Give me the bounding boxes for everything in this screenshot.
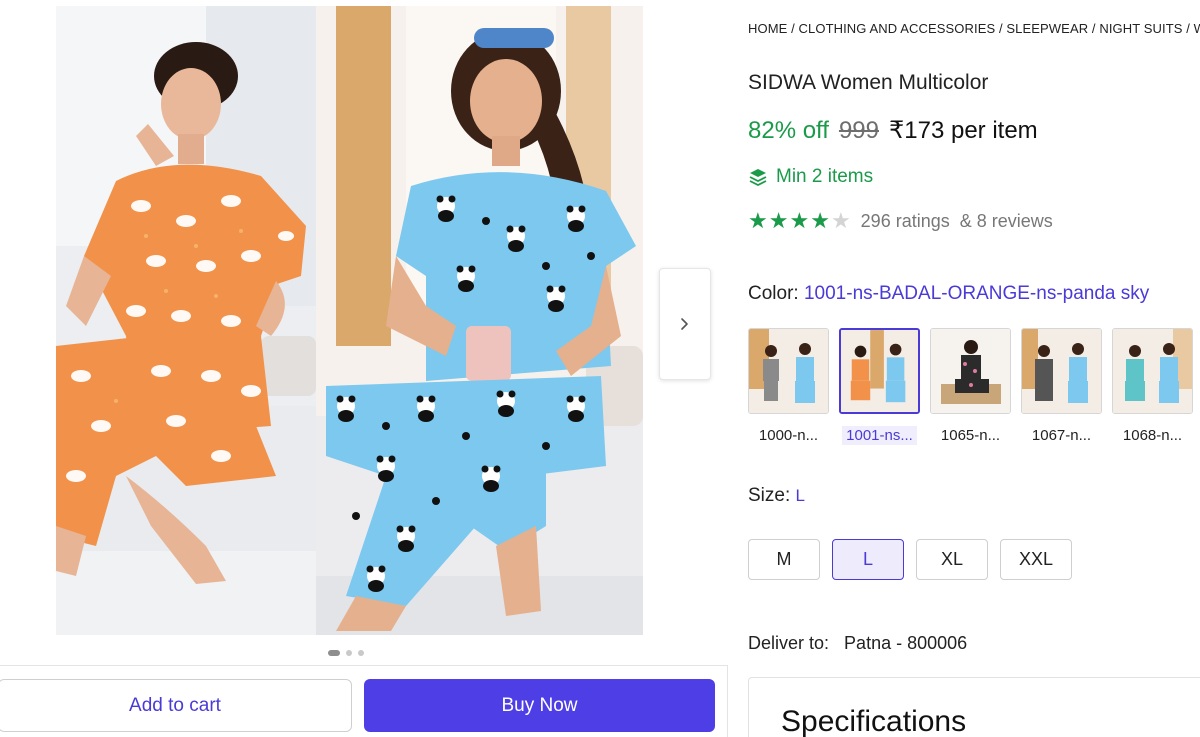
size-option-xl[interactable]: XL <box>916 539 988 580</box>
star-icon: ★ <box>810 208 830 233</box>
swatch-label: 1001-ns... <box>842 426 917 445</box>
rating-stars: ★ ★ ★ ★ ★ <box>748 210 851 232</box>
chevron-right-icon <box>681 318 688 330</box>
reviews-count[interactable]: & 8 reviews <box>960 211 1053 232</box>
selected-size-value: L <box>795 486 805 505</box>
star-empty-icon: ★ <box>830 208 851 233</box>
breadcrumb[interactable]: HOME / CLOTHING AND ACCESSORIES / SLEEPW… <box>748 21 1200 36</box>
product-image-orange[interactable] <box>56 6 316 635</box>
gallery-next-button[interactable] <box>659 268 711 380</box>
specifications-title: Specifications <box>781 705 967 737</box>
gallery-dot-2[interactable] <box>346 650 352 656</box>
product-title: SIDWA Women Multicolor <box>748 71 989 94</box>
color-selection-label: Color: 1001-ns-BADAL-ORANGE-ns-panda sky <box>748 283 1149 305</box>
swatch-thumbnail <box>748 328 829 414</box>
add-to-cart-button[interactable]: Add to cart <box>0 679 352 732</box>
cta-bar: Add to cart Buy Now <box>0 665 728 737</box>
star-icon: ★ <box>789 208 810 233</box>
color-swatch-1065[interactable]: 1065-n... <box>930 328 1011 445</box>
layers-icon <box>749 169 767 187</box>
color-swatch-1068[interactable]: 1068-n... <box>1112 328 1193 445</box>
delivery-location[interactable]: Deliver to: Patna - 800006 <box>748 633 967 654</box>
size-option-m[interactable]: M <box>748 539 820 580</box>
swatch-thumbnail <box>839 328 920 414</box>
original-price: 999 <box>838 117 879 144</box>
star-icon: ★ <box>748 208 768 233</box>
size-options: M L XL XXL <box>748 539 1072 580</box>
buy-now-button[interactable]: Buy Now <box>364 679 715 732</box>
price-row: 82% off 999 ₹173 per item <box>748 116 1038 145</box>
swatch-label: 1068-n... <box>1122 427 1183 444</box>
specifications-card: Specifications <box>748 677 1200 737</box>
color-swatches: 1000-n... 1001-ns... 1065-n... 1067-n...… <box>748 328 1193 445</box>
swatch-thumbnail <box>930 328 1011 414</box>
min-order-info: Min 2 items <box>748 166 873 188</box>
color-swatch-1000[interactable]: 1000-n... <box>748 328 829 445</box>
deliver-pincode: Patna - 800006 <box>844 633 968 653</box>
product-image-sky-panda[interactable] <box>316 6 643 635</box>
color-swatch-1067[interactable]: 1067-n... <box>1021 328 1102 445</box>
swatch-label: 1000-n... <box>758 427 819 444</box>
orange-night-suit-illustration <box>56 6 316 635</box>
size-selection-label: Size: L <box>748 485 805 507</box>
gallery-dot-3[interactable] <box>358 650 364 656</box>
sky-panda-night-suit-illustration <box>316 6 643 635</box>
selling-price: ₹173 per item <box>889 117 1038 144</box>
product-gallery: Add to cart Buy Now <box>0 0 730 737</box>
swatch-thumbnail <box>1112 328 1193 414</box>
size-option-l[interactable]: L <box>832 539 904 580</box>
size-option-xxl[interactable]: XXL <box>1000 539 1072 580</box>
selected-color-value: 1001-ns-BADAL-ORANGE-ns-panda sky <box>803 283 1150 304</box>
min-order-text: Min 2 items <box>776 166 874 187</box>
color-label: Color: <box>748 283 799 304</box>
swatch-label: 1065-n... <box>940 427 1001 444</box>
swatch-thumbnail <box>1021 328 1102 414</box>
size-label: Size: <box>748 485 791 506</box>
ratings-count[interactable]: 296 ratings <box>861 211 950 232</box>
discount-percent: 82% off <box>748 117 829 144</box>
product-info-panel: HOME / CLOTHING AND ACCESSORIES / SLEEPW… <box>748 0 1200 737</box>
rating-row: ★ ★ ★ ★ ★ 296 ratings & 8 reviews <box>748 210 1053 232</box>
deliver-label: Deliver to: <box>748 633 830 653</box>
star-icon: ★ <box>768 208 789 233</box>
gallery-pagination-dots <box>328 650 364 656</box>
gallery-dot-1[interactable] <box>328 650 340 656</box>
color-swatch-1001[interactable]: 1001-ns... <box>839 328 920 445</box>
swatch-label: 1067-n... <box>1031 427 1092 444</box>
